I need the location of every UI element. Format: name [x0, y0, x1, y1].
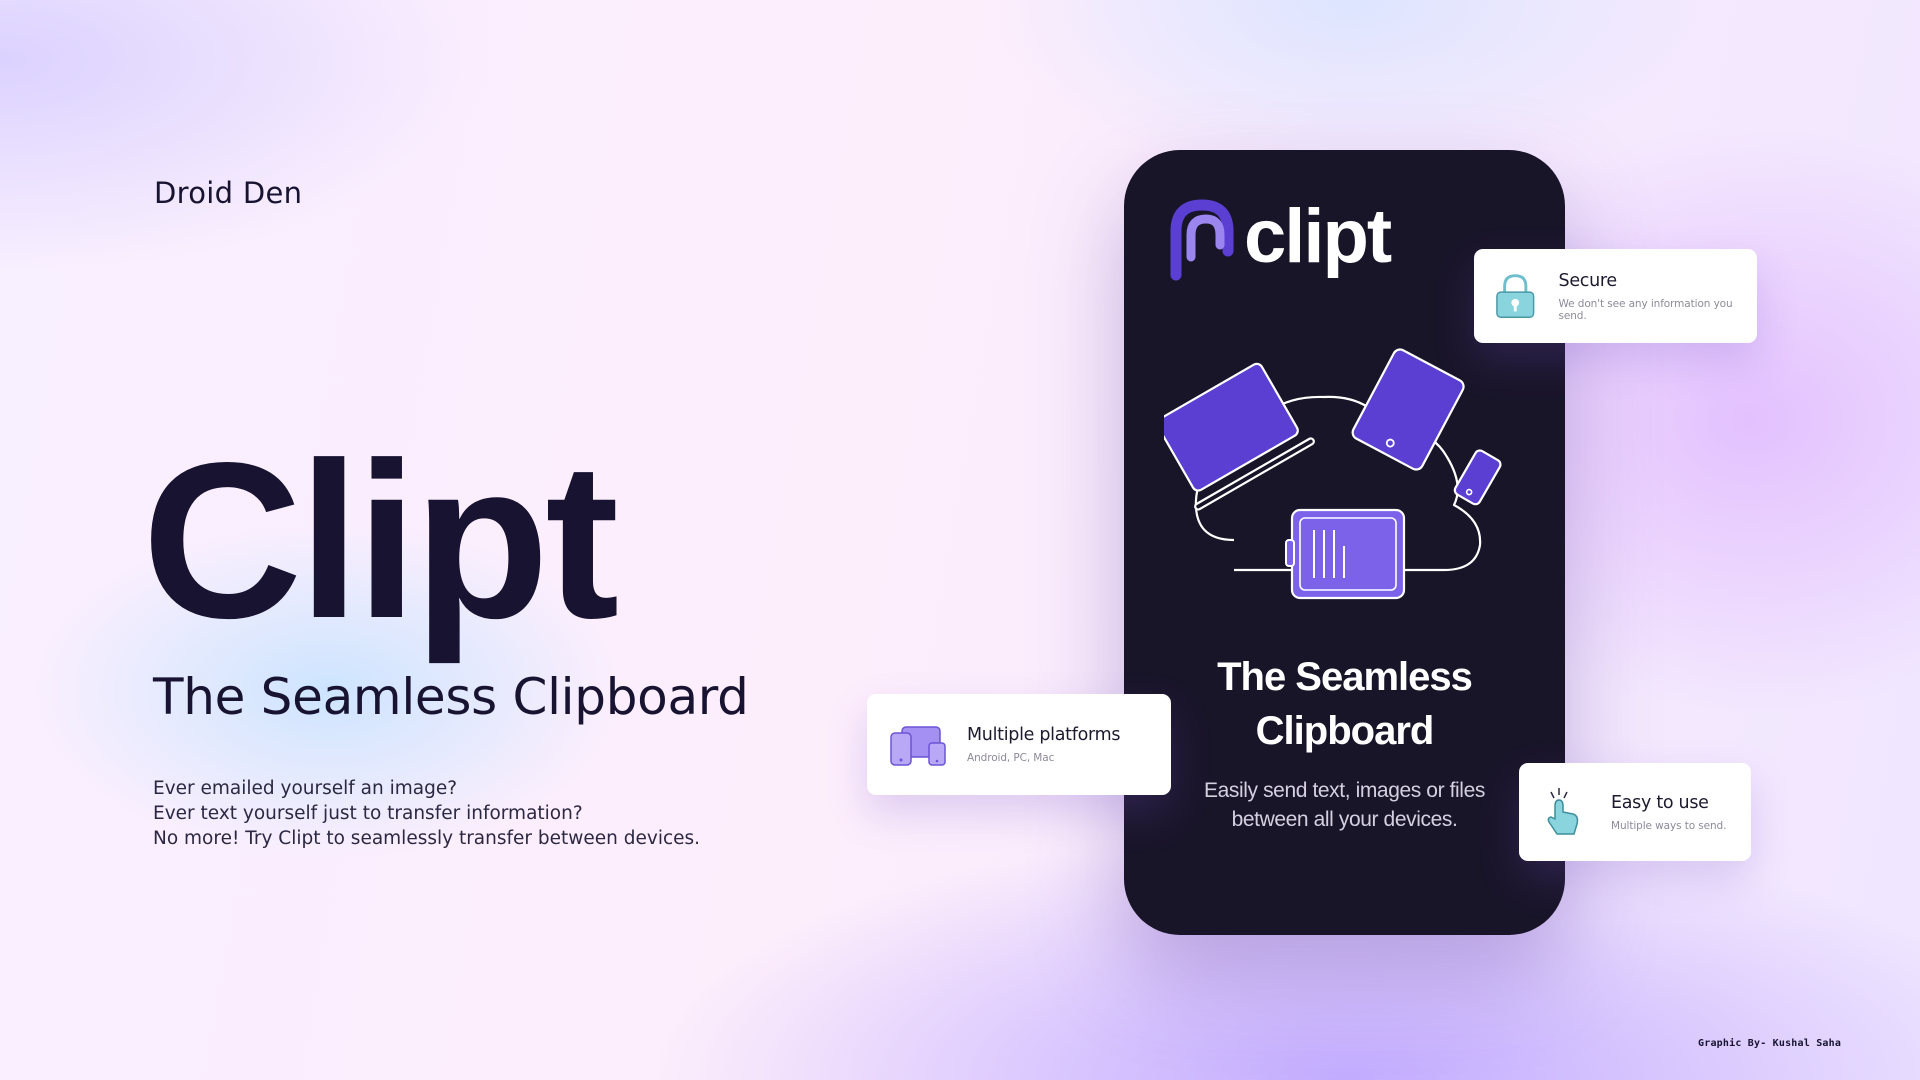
phone-title: The Seamless Clipboard	[1124, 650, 1565, 758]
logo-wordmark: clipt	[1244, 194, 1392, 279]
brand-name: Droid Den	[154, 176, 303, 210]
phone-description: Easily send text, images or files betwee…	[1124, 776, 1565, 834]
feature-title: Easy to use	[1611, 792, 1709, 813]
feature-desc: Android, PC, Mac	[967, 752, 1055, 764]
hero-subtitle: The Seamless Clipboard	[153, 668, 749, 726]
phone-desc-line: between all your devices.	[1231, 808, 1458, 831]
feature-desc: Multiple ways to send.	[1611, 819, 1727, 832]
hero-body-line: Ever emailed yourself an image?	[153, 778, 458, 799]
phone-title-line: Clipboard	[1255, 709, 1435, 753]
tap-hand-icon	[1547, 788, 1579, 835]
hero-title: Clipt	[142, 417, 619, 665]
feature-card-secure: Secure We don't see any information you …	[1474, 249, 1757, 343]
clip-logo-icon	[1170, 199, 1234, 281]
hero-body-line: Ever text yourself just to transfer info…	[153, 803, 583, 824]
hero-body-line: No more! Try Clipt to seamlessly transfe…	[153, 828, 701, 849]
phone-title-line: The Seamless	[1217, 655, 1473, 699]
devices-icon	[890, 725, 946, 766]
phone-desc-line: Easily send text, images or files	[1204, 779, 1485, 802]
graphic-credit: Graphic By- Kushal Saha	[1698, 1038, 1842, 1049]
lock-icon	[1496, 274, 1535, 318]
feature-desc: We don't see any information you send.	[1558, 297, 1733, 322]
feature-title: Secure	[1558, 270, 1618, 291]
feature-card-multiple-platforms: Multiple platforms Android, PC, Mac	[867, 694, 1171, 795]
feature-card-easy-to-use: Easy to use Multiple ways to send.	[1519, 763, 1751, 861]
clipt-logo: clipt	[1164, 194, 1392, 285]
hero-body: Ever emailed yourself an image? Ever tex…	[153, 776, 700, 851]
feature-title: Multiple platforms	[967, 725, 1121, 745]
devices-cloud-icon	[1164, 348, 1502, 600]
